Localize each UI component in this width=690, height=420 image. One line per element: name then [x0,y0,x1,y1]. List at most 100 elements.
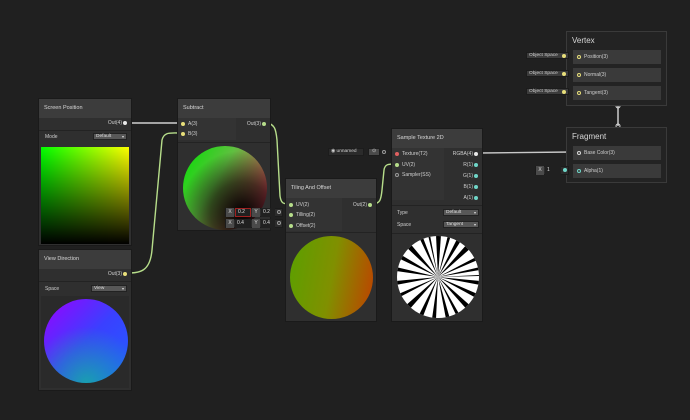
view-direction-node[interactable]: View Direction Out(3) Space View ▾ [38,249,132,391]
out-port-label: Out(3) [107,271,122,277]
shader-graph-canvas[interactable]: Screen Position Out(4) Mode Default ▾ Vie… [0,0,690,420]
space-value: View [94,286,105,291]
out-g-label: G(1) [463,173,473,179]
node-title: Tiling And Offset [286,179,376,198]
alpha-input-box[interactable]: X 1 [535,166,569,175]
offset-input-box[interactable]: X 0.4 Y 0.4 [225,219,283,228]
space-dropdown[interactable]: View ▾ [91,285,127,292]
space-label: Space [397,222,412,228]
alpha-value-field[interactable]: 1 [545,166,561,175]
space-value: Tangent [446,222,464,227]
chip-label: Object Space [529,53,558,58]
out-port[interactable] [123,272,127,276]
chip-label: Object Space [529,89,558,94]
in-port-normal[interactable] [577,73,581,77]
texture-name: unnamed [336,149,357,154]
out-port-r[interactable] [474,163,478,167]
separator [39,281,131,282]
in-port-b[interactable] [181,132,185,136]
node-title: Screen Position [39,99,131,118]
out-port[interactable] [123,121,127,125]
tiling-offset-preview [290,236,373,319]
in-tiling-label: Tilling(2) [296,212,315,218]
vertex-master-node[interactable]: Vertex Position(3) Normal(3) Tangent(3) [566,31,667,106]
in-a-label: A(3) [188,121,198,127]
slot-label: Normal(3) [584,72,607,78]
mode-dropdown[interactable]: Default ▾ [93,133,127,140]
out-port[interactable] [262,122,266,126]
in-port-a[interactable] [181,122,185,126]
vertex-slot-normal[interactable]: Normal(3) [573,68,661,82]
in-port-position[interactable] [577,55,581,59]
slot-label: Alpha(1) [584,168,603,174]
in-texture-label: Texture(T2) [402,151,428,157]
fragment-slot-base-color[interactable]: Base Color(3) [573,146,661,160]
type-label: Type [397,210,408,216]
wire-viewdir-to-subtract-b [125,132,179,274]
node-title: Subtract [178,99,270,118]
tiling-y-field[interactable]: 0.2 [261,208,275,217]
out-r-label: R(1) [463,162,473,168]
fragment-master-node[interactable]: Fragment Base Color(3) Alpha(1) [566,127,667,183]
tiling-x-field[interactable]: 0.2 [235,208,251,217]
x-label: X [226,219,234,228]
out-port[interactable] [368,203,372,207]
in-port-offset[interactable] [289,224,293,228]
texture-field-dot [382,150,386,154]
tiling-port-dot [277,210,281,214]
chevron-down-icon: ▾ [121,134,124,139]
in-port-base-color[interactable] [577,151,581,155]
inputs-panel [178,118,236,140]
node-title: View Direction [39,250,131,269]
mode-label: Mode [45,134,58,140]
subtract-preview [183,146,267,230]
space-dropdown[interactable]: Tangent ▾ [443,221,479,228]
in-port-sampler[interactable] [395,173,399,177]
node-title: Fragment [567,128,666,147]
in-uv-label: UV(2) [402,162,416,168]
in-port-uv[interactable] [289,203,293,207]
separator [178,142,270,143]
in-port-alpha[interactable] [577,169,581,173]
sample-texture-2d-node[interactable]: Sample Texture 2D Texture(T2) UV(2) Samp… [391,128,483,322]
space-label: Space [45,286,60,292]
slot-label: Base Color(3) [584,150,615,156]
out-port-label: Out(4) [107,120,122,126]
normal-space-chip[interactable]: Object Space [526,70,569,77]
chip-port-dot [562,54,566,58]
in-port-tangent[interactable] [577,91,581,95]
out-port-g[interactable] [474,174,478,178]
tangent-space-chip[interactable]: Object Space [526,88,569,95]
view-direction-preview [44,299,128,383]
out-port-b[interactable] [474,185,478,189]
alpha-port-dot [563,168,567,172]
offset-y-field[interactable]: 0.4 [261,219,275,228]
texture-asset-field[interactable]: ◉ unnamed [328,148,364,156]
chip-port-dot [562,90,566,94]
x-label: X [226,208,234,217]
chip-label: Object Space [529,71,558,76]
out-port-a[interactable] [474,196,478,200]
offset-x-field[interactable]: 0.4 [235,219,251,228]
tiling-and-offset-node[interactable]: Tiling And Offset UV(2) Tilling(2) Offse… [285,178,377,322]
vertex-slot-position[interactable]: Position(3) [573,50,661,64]
tiling-input-box[interactable]: X 0.2 Y 0.2 [225,208,283,217]
out-a-label: A(1) [463,195,473,201]
texture-picker-button[interactable]: ⊙ [368,148,380,156]
vertex-slot-tangent[interactable]: Tangent(3) [573,86,661,100]
in-offset-label: Offset(2) [296,223,316,229]
in-port-uv[interactable] [395,163,399,167]
wire-sample-to-basecolor [479,151,573,154]
fragment-slot-alpha[interactable]: Alpha(1) [573,164,661,178]
in-port-texture[interactable] [395,152,399,156]
screen-position-preview [41,147,129,244]
out-port-label: Out(3) [246,121,261,127]
screen-position-node[interactable]: Screen Position Out(4) Mode Default ▾ [38,98,132,246]
in-port-tiling[interactable] [289,213,293,217]
out-port-rgba[interactable] [474,152,478,156]
mode-value: Default [96,134,112,139]
out-rgba-label: RGBA(4) [452,151,473,157]
target-icon: ⊙ [371,149,377,154]
type-dropdown[interactable]: Default ▾ [443,209,479,216]
position-space-chip[interactable]: Object Space [526,52,569,59]
